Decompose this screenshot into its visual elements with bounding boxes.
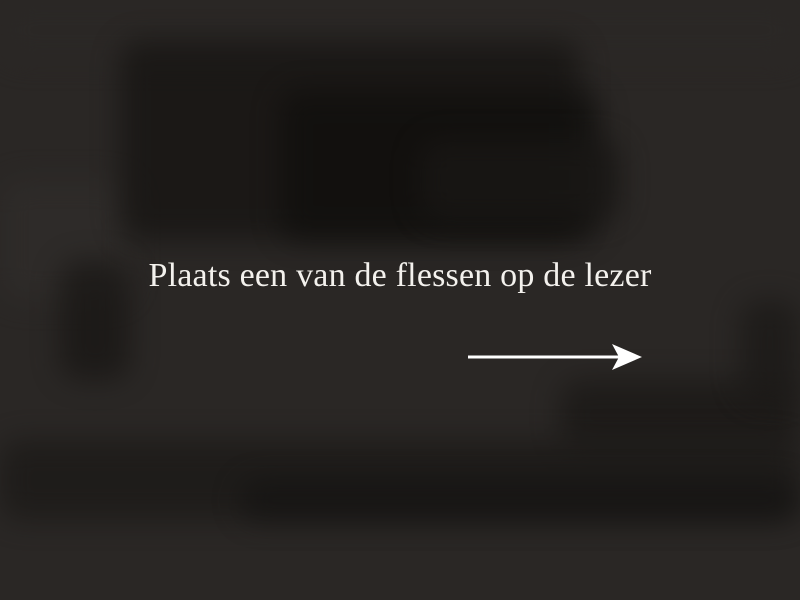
- background-shape: [420, 140, 620, 220]
- blurred-background: [0, 0, 800, 600]
- instruction-text: Plaats een van de flessen op de lezer: [148, 257, 652, 294]
- background-shape: [740, 300, 800, 400]
- screen: Plaats een van de flessen op de lezer: [0, 0, 800, 600]
- background-shape: [240, 480, 800, 520]
- arrow-right-icon: [468, 344, 642, 370]
